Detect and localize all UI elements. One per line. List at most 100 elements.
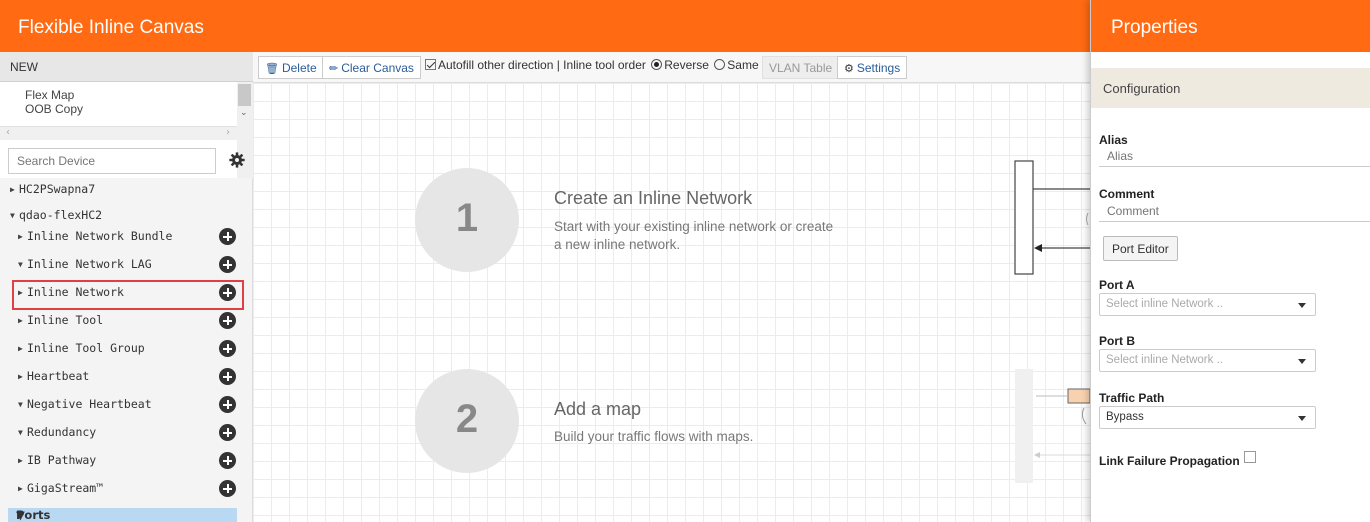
inline-canvas[interactable]: 1 Create an Inline Network Start with yo… <box>253 83 1090 522</box>
search-device-input[interactable] <box>9 149 215 173</box>
configuration-label: Configuration <box>1103 81 1181 96</box>
tree-node-hc2pswapna7[interactable]: ▶ HC2PSwapna7 <box>10 182 95 196</box>
comment-input[interactable] <box>1099 200 1370 222</box>
port-a-label: Port A <box>1099 278 1135 292</box>
port-b-label: Port B <box>1099 334 1135 348</box>
comment-label: Comment <box>1099 187 1155 201</box>
add-gigastream-icon[interactable] <box>219 480 236 497</box>
tree-node-gigastream[interactable]: ▶ GigaStream™ <box>18 481 103 495</box>
link-failure-label: Link Failure Propagation <box>1099 454 1240 468</box>
alias-input[interactable] <box>1099 145 1370 167</box>
map-illustration <box>1015 369 1090 483</box>
new-label: NEW <box>10 60 38 74</box>
link-failure-propagation-row: Link Failure Propagation <box>1099 451 1256 468</box>
step-2-number: 2 <box>455 397 479 441</box>
caret-right-icon[interactable]: ▶ <box>18 456 27 465</box>
add-inline-network-lag-icon[interactable] <box>219 256 236 273</box>
tree-node-inline-tool[interactable]: ▶ Inline Tool <box>18 313 103 327</box>
chevron-down-icon[interactable]: ⌄ <box>240 108 248 118</box>
caret-down-icon[interactable]: ▼ <box>10 211 19 220</box>
caret-right-icon[interactable]: ▶ <box>18 344 27 353</box>
map-list-horizontal-scrollbar[interactable]: ‹ › <box>0 126 237 140</box>
tree-node-negative-heartbeat[interactable]: ▼ Negative Heartbeat <box>18 397 152 411</box>
tree-node-ib-pathway[interactable]: ▶ IB Pathway <box>18 453 96 467</box>
new-map-bar[interactable]: NEW <box>0 52 253 82</box>
caret-right-icon[interactable]: ▶ <box>18 232 27 241</box>
port-a-select[interactable]: Select inline Network .. <box>1099 293 1316 316</box>
port-a-placeholder: Select inline Network .. <box>1106 298 1223 310</box>
eraser-icon: ✏ <box>329 63 339 75</box>
add-ib-pathway-icon[interactable] <box>219 452 236 469</box>
add-redundancy-icon[interactable] <box>219 424 236 441</box>
chevron-down-icon <box>1298 359 1306 364</box>
step-2-desc-line1: Build your traffic flows with maps. <box>554 429 754 444</box>
gear-icon[interactable] <box>228 151 246 169</box>
ports-label: Ports <box>16 508 51 522</box>
map-item-flex-map[interactable]: Flex Map <box>25 88 74 102</box>
step-1-desc-line2: a new inline network. <box>554 237 681 252</box>
caret-right-icon[interactable]: ▶ <box>18 372 27 381</box>
tree-node-inline-network[interactable]: ▶ Inline Network <box>18 285 124 299</box>
clear-canvas-button[interactable]: ✏ Clear Canvas <box>322 56 421 79</box>
step-1-title: Create an Inline Network <box>554 188 753 208</box>
autofill-label: Autofill other direction | Inline tool o… <box>438 58 646 72</box>
traffic-path-value: Bypass <box>1106 411 1144 423</box>
app-header: Flexible Inline Canvas <box>0 0 1090 52</box>
step-2-title: Add a map <box>554 399 642 419</box>
delete-button[interactable]: 🗑 Delete <box>258 56 324 79</box>
caret-right-icon[interactable]: ▶ <box>18 484 27 493</box>
caret-right-icon[interactable]: ▶ <box>18 316 27 325</box>
vlan-table-button[interactable]: VLAN Table <box>762 56 840 79</box>
step-1-circle: 1 <box>415 168 519 272</box>
properties-header: Properties <box>1091 0 1370 52</box>
settings-button[interactable]: ⚙ Settings <box>837 56 908 79</box>
scrollbar-thumb[interactable] <box>238 84 251 106</box>
add-inline-network-bundle-icon[interactable] <box>219 228 236 245</box>
add-inline-tool-group-icon[interactable] <box>219 340 236 357</box>
app-title: Flexible Inline Canvas <box>18 17 204 38</box>
tree-node-heartbeat[interactable]: ▶ Heartbeat <box>18 369 89 383</box>
chevron-down-icon <box>1298 416 1306 421</box>
step-2-circle: 2 <box>415 369 519 473</box>
same-radio[interactable] <box>714 59 726 70</box>
port-b-select[interactable]: Select inline Network .. <box>1099 349 1316 372</box>
gear-icon: ⚙ <box>844 63 854 75</box>
caret-right-icon[interactable]: ▶ <box>18 288 27 297</box>
add-inline-network-icon[interactable] <box>219 284 236 301</box>
autofill-checkbox[interactable] <box>425 59 436 70</box>
caret-down-icon[interactable]: ▼ <box>18 260 27 269</box>
search-device-field[interactable] <box>8 148 216 174</box>
tree-node-qdao-flexhc2[interactable]: ▼ qdao-flexHC2 <box>10 208 102 222</box>
add-heartbeat-icon[interactable] <box>219 368 236 385</box>
canvas-toolbar: 🗑 Delete ✏ Clear Canvas Autofill other dir… <box>253 52 1090 83</box>
caret-right-icon[interactable]: ▶ <box>10 185 19 194</box>
reverse-radio[interactable] <box>651 59 663 70</box>
map-item-oob-copy[interactable]: OOB Copy <box>25 102 83 116</box>
caret-down-icon[interactable]: ▼ <box>18 428 27 437</box>
trash-icon: 🗑 <box>265 63 279 75</box>
scroll-right-icon[interactable]: › <box>226 127 230 138</box>
properties-panel: Properties Configuration Alias Comment P… <box>1090 0 1370 522</box>
scroll-left-icon[interactable]: ‹ <box>6 127 10 138</box>
inline-network-illustration <box>1014 160 1090 275</box>
tree-node-inline-network-bundle[interactable]: ▶ Inline Network Bundle <box>18 229 172 243</box>
step-1-desc-line1: Start with your existing inline network … <box>554 219 834 234</box>
step-1-number: 1 <box>455 196 479 240</box>
port-editor-button[interactable]: Port Editor <box>1103 236 1178 261</box>
tree-node-redundancy[interactable]: ▼ Redundancy <box>18 425 96 439</box>
chevron-down-icon <box>1298 303 1306 308</box>
add-inline-tool-icon[interactable] <box>219 312 236 329</box>
add-negative-heartbeat-icon[interactable] <box>219 396 236 413</box>
tree-node-inline-network-lag[interactable]: ▼ Inline Network LAG <box>18 257 152 271</box>
tree-node-inline-tool-group[interactable]: ▶ Inline Tool Group <box>18 341 145 355</box>
app-root: Flexible Inline Canvas NEW Flex Map OOB … <box>0 0 1370 522</box>
tree-node-ports[interactable]: ▼ Ports <box>8 508 237 522</box>
reverse-label: Reverse <box>664 58 709 72</box>
configuration-section-header[interactable]: Configuration <box>1091 68 1370 108</box>
caret-down-icon[interactable]: ▼ <box>18 400 27 409</box>
traffic-path-select[interactable]: Bypass <box>1099 406 1316 429</box>
port-b-placeholder: Select inline Network .. <box>1106 354 1223 366</box>
same-label: Same <box>727 58 759 72</box>
inline-options: Autofill other direction | Inline tool o… <box>425 58 759 72</box>
link-failure-checkbox[interactable] <box>1243 451 1256 463</box>
